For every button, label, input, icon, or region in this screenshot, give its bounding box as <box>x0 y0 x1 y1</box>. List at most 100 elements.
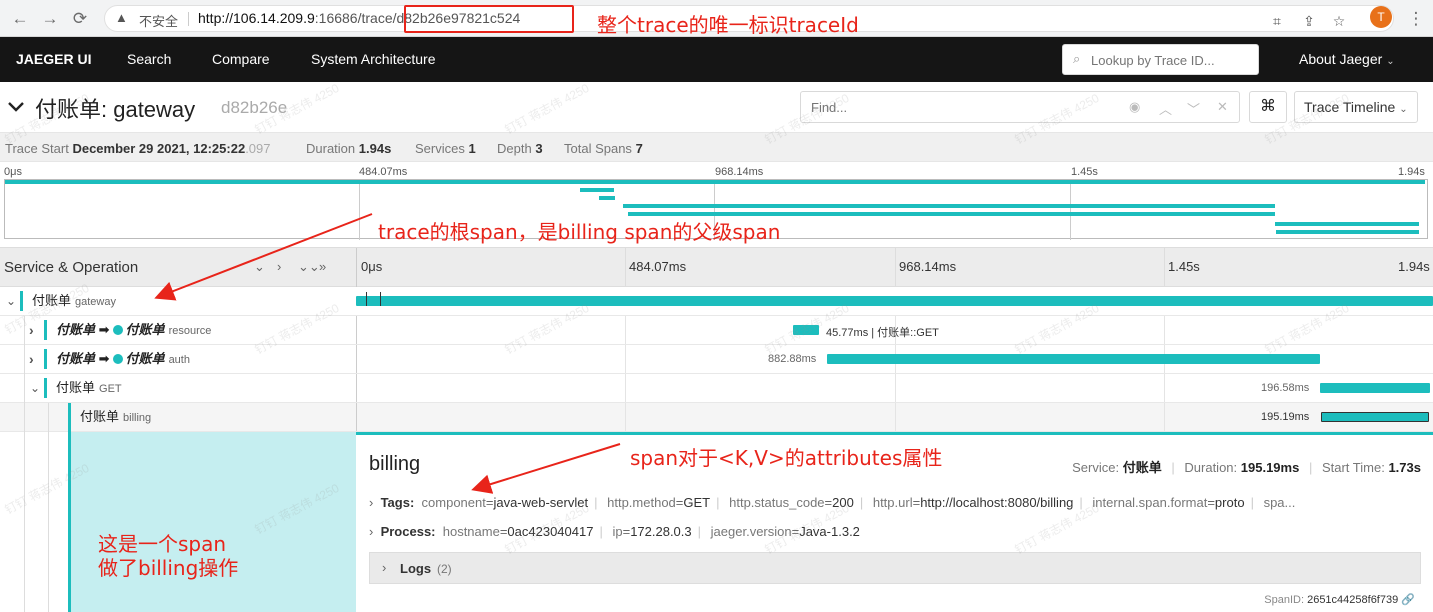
view-mode-select[interactable]: Trace Timeline ⌄ <box>1294 91 1418 123</box>
tag-key: http.status_code <box>729 495 825 510</box>
span-name[interactable]: 付账单 ➡ 付账单 resource <box>56 316 211 344</box>
bookmark-star-icon[interactable]: ☆ <box>1329 11 1349 31</box>
chevron-right-icon[interactable]: › <box>382 560 386 575</box>
minimap-tick: 0μs <box>4 166 22 178</box>
trace-start-ms: .097 <box>245 141 271 156</box>
column-divider <box>356 403 357 431</box>
tag-value: http://localhost:8080/billing <box>920 495 1074 510</box>
span-name[interactable]: 付账单 gateway <box>32 287 116 315</box>
find-input[interactable] <box>811 98 1111 116</box>
link-icon[interactable]: 🔗 <box>1401 594 1415 606</box>
operation-name: resource <box>168 325 212 337</box>
span-row-auth[interactable]: › 付账单 ➡ 付账单 auth 882.88ms <box>0 345 1433 374</box>
tag-key: http.url <box>872 495 913 510</box>
process-row[interactable]: › Process: hostname=0ac423040417 | ip=172… <box>369 524 1419 539</box>
back-icon[interactable]: ← <box>8 7 32 31</box>
close-icon[interactable]: ✕ <box>1217 99 1228 115</box>
brand-logo[interactable]: JAEGER UI <box>16 37 91 82</box>
chevron-right-icon[interactable]: › <box>369 524 373 539</box>
forward-icon[interactable]: → <box>38 7 62 31</box>
trace-title: 付账单: gateway <box>35 97 196 122</box>
trace-id-lookup-input[interactable] <box>1091 50 1251 70</box>
span-bar[interactable] <box>793 325 819 335</box>
span-bar[interactable] <box>827 354 1320 364</box>
root-span-annotation: trace的根span，是billing span的父级span <box>378 220 781 244</box>
duration-label: Duration: <box>1184 460 1238 475</box>
nav-compare[interactable]: Compare <box>212 37 270 82</box>
timeline-gridline <box>625 374 626 402</box>
span-detail-meta: Service: 付账单 | Duration: 195.19ms | Star… <box>1072 457 1421 476</box>
browser-toolbar: ← → ⟳ ▲ 不安全 http://106.14.209.9:16686/tr… <box>0 0 1433 37</box>
divider <box>188 12 189 26</box>
chevron-right-icon[interactable]: › <box>29 316 34 344</box>
locate-icon[interactable]: ◉ <box>1129 99 1140 115</box>
span-bar-label: 45.77ms | 付账单::GET <box>826 327 939 339</box>
span-bar[interactable] <box>1320 383 1430 393</box>
logs-section[interactable]: › Logs (2) <box>369 552 1421 584</box>
timeline-header: Service & Operation ⌄ › ⌄⌄ » 0μs 484.07m… <box>0 248 1433 287</box>
about-jaeger-label: About Jaeger <box>1299 51 1383 67</box>
span-name[interactable]: 付账单 billing <box>80 403 151 431</box>
span-row-billing[interactable]: 付账单 billing 195.19ms <box>0 403 1433 432</box>
keyboard-shortcuts-icon[interactable]: ⌘ <box>1249 91 1287 123</box>
nav-system-architecture[interactable]: System Architecture <box>311 37 436 82</box>
chevron-right-icon[interactable]: › <box>369 495 373 510</box>
span-bar[interactable] <box>356 296 1433 306</box>
chevron-down-icon[interactable] <box>6 96 26 116</box>
service-color-bar <box>20 291 23 311</box>
span-id-label: SpanID: <box>1264 594 1305 606</box>
minimap-tick: 1.94s <box>1398 166 1425 178</box>
timeline-gridline <box>895 374 896 402</box>
trace-minimap[interactable]: 0μs 484.07ms 968.14ms 1.45s 1.94s trace的… <box>0 162 1433 248</box>
expand-one-icon[interactable]: › <box>277 259 281 274</box>
collapse-all-icon[interactable]: » <box>319 259 326 274</box>
tags-row[interactable]: › Tags: component=java-web-servlet | http… <box>369 495 1419 510</box>
chevron-right-icon[interactable]: › <box>29 345 34 373</box>
share-icon[interactable]: ⇪ <box>1299 11 1319 31</box>
target-service: 付账单 <box>125 322 165 337</box>
trace-duration: Duration 1.94s <box>306 141 391 156</box>
operation-name: billing <box>123 412 152 424</box>
span-row-gateway[interactable]: ⌄ 付账单 gateway <box>0 287 1433 316</box>
chevron-down-icon[interactable]: ⌄ <box>6 287 16 315</box>
trace-id-lookup[interactable]: ⌕ <box>1062 44 1259 75</box>
translate-icon[interactable]: ⌗ <box>1267 11 1287 31</box>
timeline-tick: 484.07ms <box>629 259 687 274</box>
reload-icon[interactable]: ⟳ <box>68 7 92 31</box>
minimap-gridline <box>1070 180 1071 240</box>
chevron-down-icon[interactable]: ﹀ <box>1187 99 1200 118</box>
tag-value: proto <box>1214 495 1245 510</box>
start-time-label: Start Time: <box>1321 460 1385 475</box>
about-jaeger-menu[interactable]: About Jaeger ⌄ <box>1299 37 1395 82</box>
trace-id-highlight-box <box>404 5 574 33</box>
span-name[interactable]: 付账单 GET <box>56 374 122 402</box>
span-bar-label: 882.88ms <box>768 353 817 365</box>
service-name: 付账单 <box>56 380 96 395</box>
chevron-up-icon[interactable]: ︿ <box>1159 99 1172 118</box>
divider: | <box>1308 460 1313 475</box>
column-divider[interactable] <box>356 248 357 287</box>
logs-count: (2) <box>437 562 452 576</box>
nav-search[interactable]: Search <box>127 37 171 82</box>
service-label: Service: <box>1072 460 1120 475</box>
find-box[interactable]: ◉ ︿ ﹀ ✕ <box>800 91 1240 123</box>
operation-name: auth <box>168 354 190 366</box>
span-row-resource[interactable]: › 付账单 ➡ 付账单 resource 45.77ms | 付账单::GET <box>0 316 1433 345</box>
expand-all-icon[interactable]: ⌄⌄ <box>298 259 320 275</box>
tag-value: java-web-servlet <box>493 495 589 510</box>
profile-avatar[interactable]: T <box>1370 6 1392 28</box>
minimap-gridline <box>359 180 360 240</box>
service-name: 付账单 <box>80 409 120 424</box>
span-name[interactable]: 付账单 ➡ 付账单 auth <box>56 345 190 373</box>
warning-icon: ▲ <box>115 10 128 25</box>
tag-item: http.status_code=200 <box>729 495 854 510</box>
process-value: Java-1.3.2 <box>799 524 860 539</box>
service-color-bar <box>68 403 71 432</box>
span-row-get[interactable]: ⌄ 付账单 GET 196.58ms <box>0 374 1433 403</box>
span-annotation-line2: 做了billing操作 <box>98 556 239 580</box>
chevron-down-icon[interactable]: ⌄ <box>30 374 40 402</box>
menu-kebab-icon[interactable]: ⋮ <box>1404 7 1428 31</box>
collapse-one-icon[interactable]: ⌄ <box>254 259 265 275</box>
span-bar[interactable] <box>1321 412 1429 422</box>
services-value: 1 <box>468 141 476 156</box>
